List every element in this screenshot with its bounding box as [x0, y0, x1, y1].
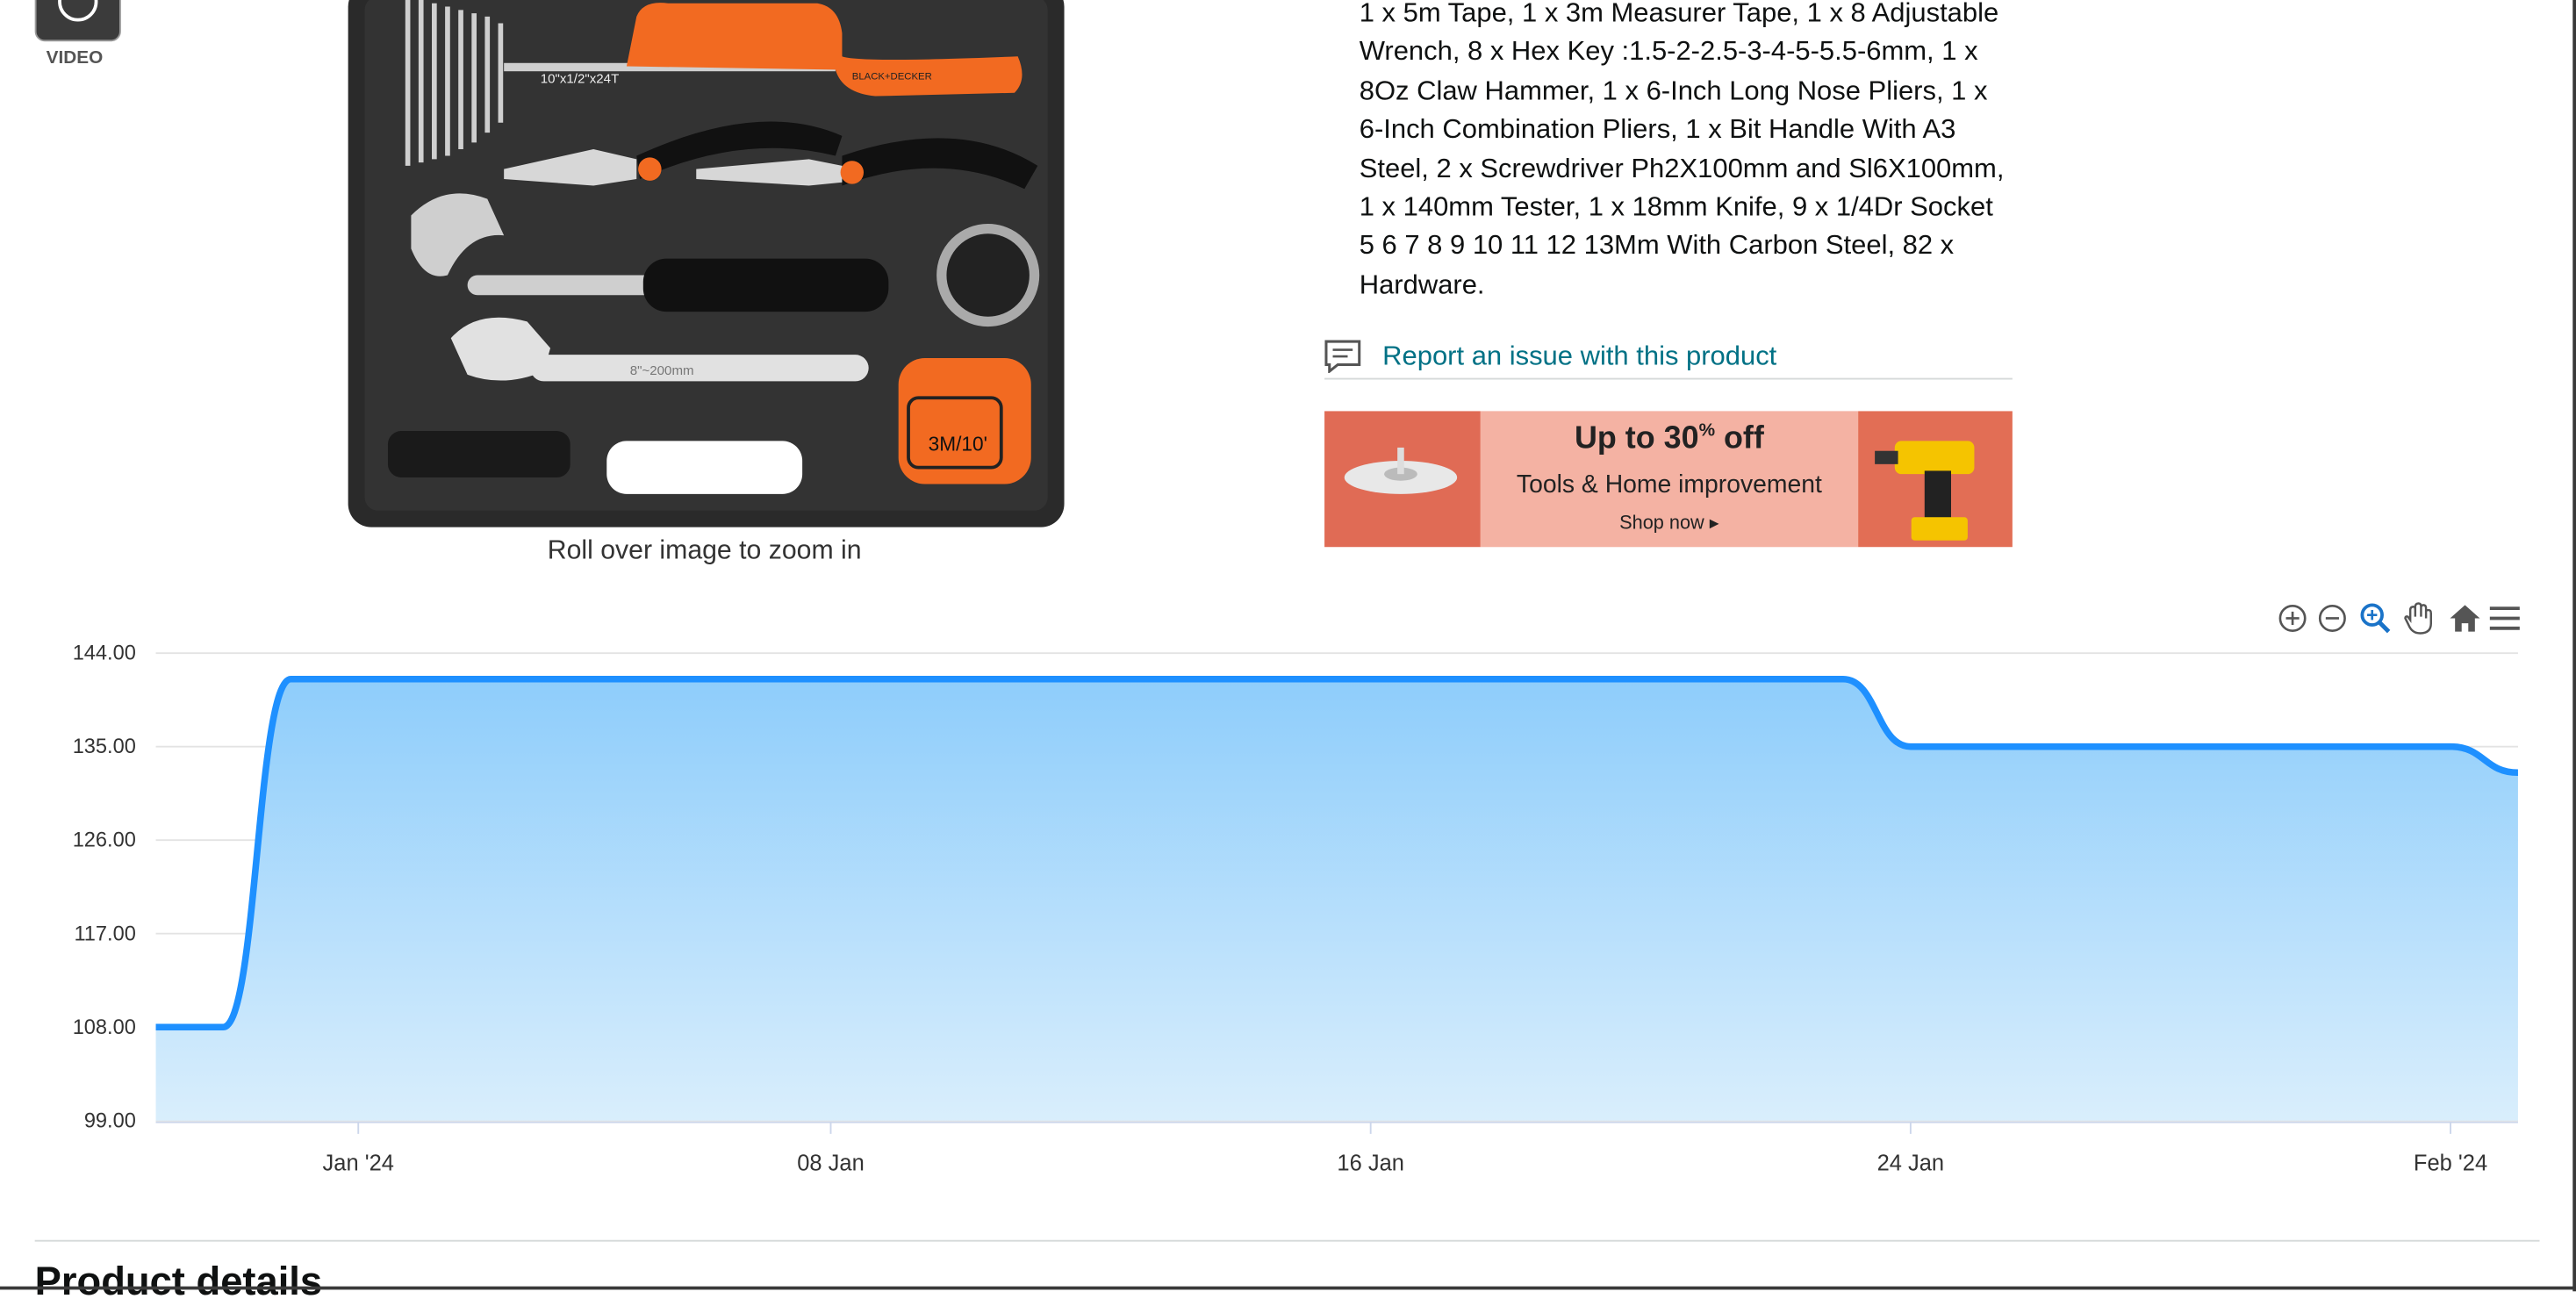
- x-tick-label: Jan '24: [323, 1151, 394, 1175]
- product-description: 1 x 5m Tape, 1 x 3m Measurer Tape, 1 x 8…: [1360, 0, 2022, 305]
- desc-line: 6-Inch Combination Pliers, 1 x Bit Handl…: [1360, 111, 2022, 150]
- bit-holder: [388, 431, 570, 477]
- case-handle: [606, 441, 802, 493]
- x-tick-label: 24 Jan: [1877, 1151, 1945, 1175]
- tape-label: 3M/10': [929, 433, 987, 456]
- desc-line: Hardware.: [1360, 267, 2022, 305]
- section-divider: [35, 1240, 2540, 1242]
- product-image[interactable]: 10"x1/2"x24T BLACK+DECKER 8"~200mm 3M/10…: [345, 0, 1067, 530]
- banner-subtitle: Tools & Home improvement: [1481, 470, 1859, 499]
- report-issue-row: Report an issue with this product: [1324, 338, 2013, 379]
- desc-line: 1 x 5m Tape, 1 x 3m Measurer Tape, 1 x 8…: [1360, 0, 2022, 34]
- video-thumbnail[interactable]: [35, 0, 121, 41]
- y-tick-label: 117.00: [74, 922, 135, 945]
- y-tick-label: 126.00: [73, 829, 136, 852]
- wrench-handle: [530, 355, 868, 381]
- window-edge-bottom: [0, 1287, 2576, 1290]
- saw-blade-icon: [1324, 411, 1481, 547]
- x-tick-label: 16 Jan: [1337, 1151, 1404, 1175]
- hammer-grip: [643, 259, 889, 312]
- video-label: VIDEO: [37, 48, 113, 68]
- y-tick-label: 99.00: [84, 1109, 136, 1132]
- saw-blade-label: 10"x1/2"x24T: [541, 71, 620, 86]
- play-icon: [58, 0, 97, 22]
- product-details-heading: Product details: [35, 1259, 322, 1306]
- window-edge-right: [2572, 0, 2576, 1291]
- insulation-tape: [942, 229, 1035, 322]
- zoom-hint: Roll over image to zoom in: [464, 537, 945, 567]
- promo-banner[interactable]: Up to 30% off Tools & Home improvement S…: [1324, 411, 2013, 547]
- x-tick-label: 08 Jan: [797, 1151, 865, 1175]
- banner-title: Up to 30% off: [1481, 421, 1859, 458]
- x-tick-label: Feb '24: [2414, 1151, 2487, 1175]
- saw-brand: BLACK+DECKER: [852, 72, 932, 83]
- product-page: VIDEO 10"x1/2"x24T BLACK+DECKER 8: [0, 0, 2576, 1291]
- banner-shop-now[interactable]: Shop now ▸: [1481, 511, 1859, 534]
- drill-icon: [1858, 411, 2013, 547]
- wrench-label: 8"~200mm: [630, 363, 694, 378]
- y-tick-label: 135.00: [73, 736, 136, 758]
- desc-line: 1 x 140mm Tester, 1 x 18mm Knife, 9 x 1/…: [1360, 189, 2022, 227]
- banner-right-panel: [1858, 411, 2013, 547]
- y-tick-label: 144.00: [73, 642, 136, 665]
- price-history-chart[interactable]: 144.00 135.00 126.00 117.00 108.00 99.00 Jan '…: [0, 630, 2576, 1194]
- y-tick-label: 108.00: [73, 1016, 136, 1039]
- desc-line: Steel, 2 x Screwdriver Ph2X100mm and Sl6…: [1360, 150, 2022, 189]
- report-issue-link[interactable]: Report an issue with this product: [1382, 341, 1776, 373]
- feedback-icon[interactable]: [1324, 340, 1361, 373]
- desc-line: Wrench, 8 x Hex Key :1.5-2-2.5-3-4-5-5.5…: [1360, 34, 2022, 73]
- banner-left-panel: [1324, 411, 1481, 547]
- desc-line: 8Oz Claw Hammer, 1 x 6-Inch Long Nose Pl…: [1360, 73, 2022, 111]
- desc-line: 5 6 7 8 9 10 11 12 13Mm With Carbon Stee…: [1360, 228, 2022, 267]
